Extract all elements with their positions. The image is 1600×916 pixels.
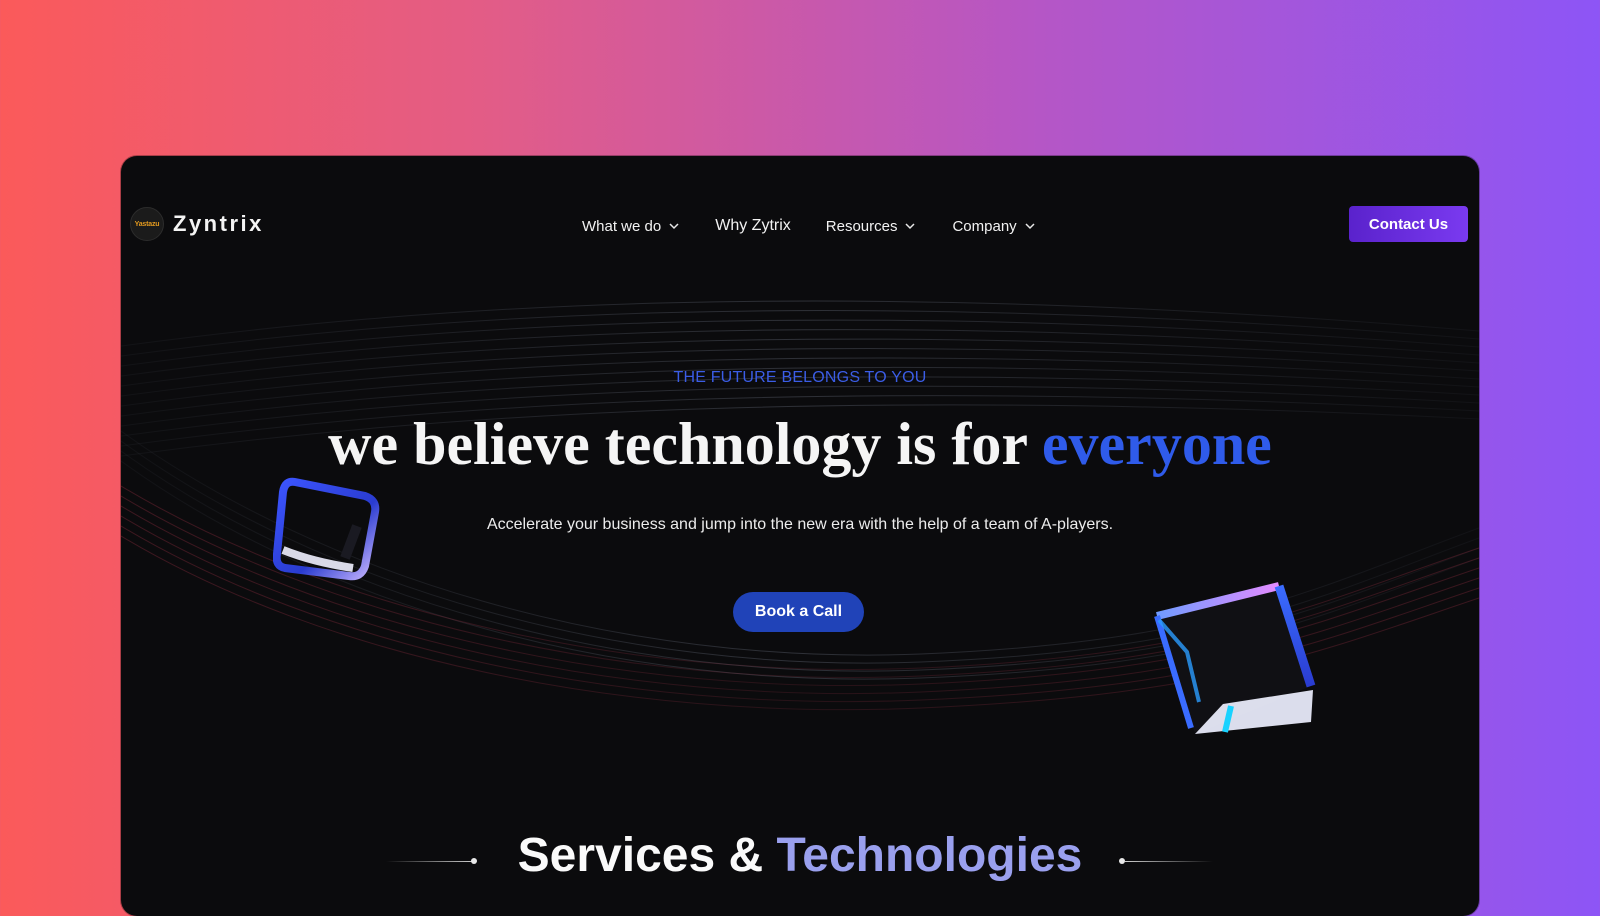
hero-subtitle: Accelerate your business and jump into t… bbox=[486, 516, 1114, 533]
nav-item-resources[interactable]: Resources bbox=[826, 218, 916, 235]
headline-accent: everyone bbox=[1041, 411, 1272, 477]
headline-text: we believe technology is for bbox=[328, 411, 1027, 477]
logo-badge-text: Yastazu bbox=[134, 220, 160, 228]
services-title-part1: Services & bbox=[517, 829, 764, 882]
hero-headline: we believe technology is for everyone bbox=[121, 414, 1479, 474]
logo-badge-icon: Yastazu bbox=[130, 207, 164, 241]
nav-item-label: What we do bbox=[582, 217, 662, 235]
brand-name: Zyntrix bbox=[173, 211, 264, 236]
services-title-part2: Technologies bbox=[776, 829, 1083, 882]
nav-item-label: Resources bbox=[825, 217, 898, 235]
nav-item-company[interactable]: Company bbox=[952, 217, 1035, 235]
nav-item-label: Company bbox=[952, 217, 1017, 235]
brand-logo[interactable]: Yastazu Zyntrix bbox=[130, 207, 264, 241]
heading-rule-right bbox=[1125, 861, 1213, 862]
nav-item-label: Why Zytrix bbox=[715, 217, 791, 234]
nav-item-what-we-do[interactable]: What we do bbox=[582, 218, 679, 235]
main-nav: What we do Why Zytrix Resources Company bbox=[582, 217, 1035, 235]
chevron-down-icon bbox=[1025, 222, 1035, 229]
services-heading: Services & Technologies bbox=[121, 828, 1479, 883]
chevron-down-icon bbox=[669, 222, 679, 229]
browser-window: Yastazu Zyntrix What we do Why Zytrix Re… bbox=[121, 156, 1479, 916]
hero-eyebrow: THE FUTURE BELONGS TO YOU bbox=[673, 369, 927, 386]
glass-cube-icon bbox=[1154, 582, 1316, 734]
nav-item-why-zytrix[interactable]: Why Zytrix bbox=[715, 217, 791, 235]
chevron-down-icon bbox=[905, 222, 915, 229]
top-navbar: Yastazu Zyntrix What we do Why Zytrix Re… bbox=[121, 156, 1479, 296]
book-a-call-button[interactable]: Book a Call bbox=[733, 592, 864, 632]
contact-us-button[interactable]: Contact Us bbox=[1349, 206, 1468, 242]
